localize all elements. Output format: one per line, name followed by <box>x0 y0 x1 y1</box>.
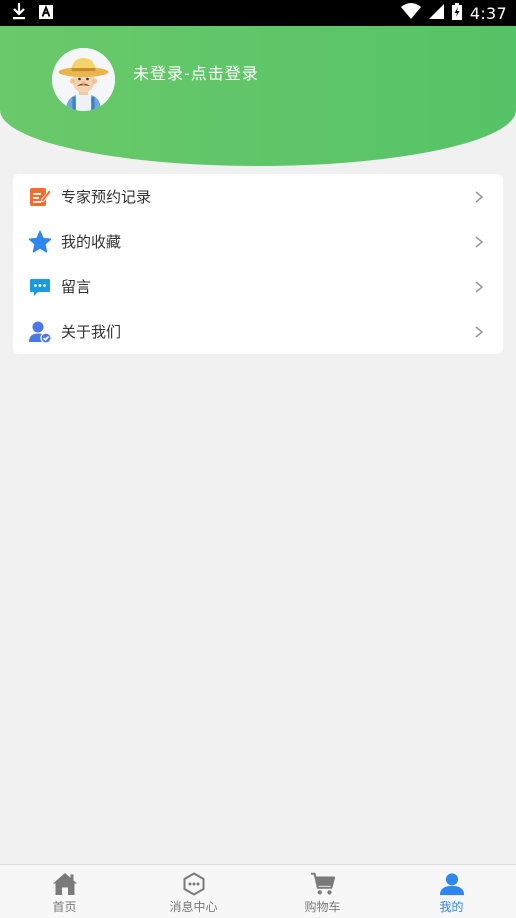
chevron-right-icon <box>473 324 485 338</box>
menu-item-label: 留言 <box>61 278 92 296</box>
farmer-avatar-icon[interactable] <box>52 48 115 111</box>
download-icon <box>11 2 27 24</box>
user-verified-icon <box>28 320 52 344</box>
chevron-right-icon <box>473 234 485 248</box>
menu-item-label: 关于我们 <box>61 323 122 341</box>
screen: 4:37 未登录-点击登录 专家预约记录 我的收藏 留言 关于我们 首页 消息中… <box>0 0 516 918</box>
menu-item-expert-appointments[interactable]: 专家预约记录 <box>13 174 503 219</box>
login-prompt-link[interactable]: 未登录-点击登录 <box>133 60 259 84</box>
cart-icon <box>310 871 336 897</box>
menu-item-favorites[interactable]: 我的收藏 <box>13 219 503 264</box>
notepad-edit-icon <box>28 185 52 209</box>
tab-label: 首页 <box>52 900 77 914</box>
tab-label: 购物车 <box>304 900 341 914</box>
bottom-tab-bar: 首页 消息中心 购物车 我的 <box>0 864 516 918</box>
chevron-right-icon <box>473 189 485 203</box>
chevron-right-icon <box>473 279 485 293</box>
battery-charging-icon <box>451 2 462 24</box>
menu-item-label: 专家预约记录 <box>61 188 152 206</box>
status-bar: 4:37 <box>0 0 516 26</box>
menu-item-messages[interactable]: 留言 <box>13 264 503 309</box>
status-time: 4:37 <box>469 3 507 23</box>
tab-label: 消息中心 <box>169 900 218 914</box>
menu-item-about-us[interactable]: 关于我们 <box>13 309 503 354</box>
tab-label: 我的 <box>439 900 464 914</box>
signal-icon <box>428 3 444 23</box>
home-icon <box>52 871 78 897</box>
tab-message-center[interactable]: 消息中心 <box>129 865 258 918</box>
person-icon <box>439 871 465 897</box>
chat-bubble-icon <box>28 275 52 299</box>
a-badge-icon <box>39 4 53 23</box>
wifi-icon <box>400 3 421 23</box>
menu-item-label: 我的收藏 <box>61 233 122 251</box>
message-hexagon-icon <box>181 871 207 897</box>
menu-card: 专家预约记录 我的收藏 留言 关于我们 <box>13 174 503 354</box>
tab-mine[interactable]: 我的 <box>387 865 516 918</box>
tab-cart[interactable]: 购物车 <box>258 865 387 918</box>
profile-header: 未登录-点击登录 <box>0 26 516 166</box>
star-icon <box>28 230 52 254</box>
tab-home[interactable]: 首页 <box>0 865 129 918</box>
